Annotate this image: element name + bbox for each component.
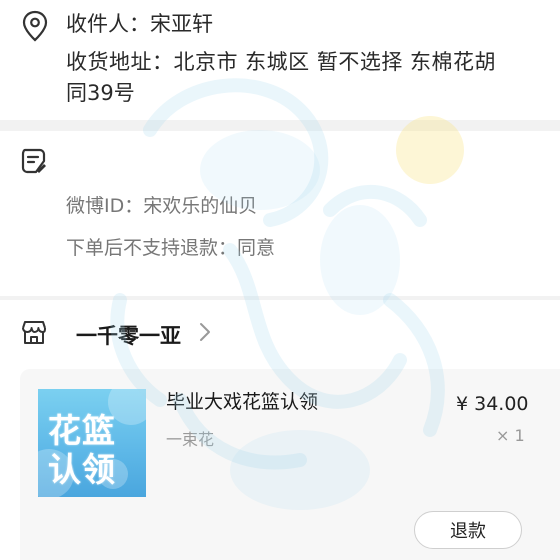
weibo-id-text: 微博ID：宋欢乐的仙贝	[66, 195, 258, 217]
store-name[interactable]: 一千零一亚	[76, 320, 181, 350]
store-icon	[20, 318, 48, 346]
refund-button[interactable]: 退款	[414, 511, 522, 549]
location-pin-icon	[20, 10, 50, 42]
product-quantity: × 1	[496, 426, 525, 445]
chevron-right-icon[interactable]	[198, 321, 212, 343]
thumbnail-text-line-2: 认领	[48, 450, 116, 489]
product-spec: 一束花	[166, 430, 215, 449]
refund-policy-text: 下单后不支持退款：同意	[66, 237, 276, 259]
product-title[interactable]: 毕业大戏花篮认领	[166, 387, 318, 414]
address-line-1: 收货地址：北京市 东城区 暂不选择 东棉花胡	[66, 50, 497, 74]
product-thumbnail[interactable]: 花篮 认领	[38, 389, 146, 497]
address-line-2: 同39号	[66, 81, 135, 105]
note-edit-icon	[20, 147, 48, 175]
product-price: ¥ 34.00	[456, 393, 529, 415]
receiver-name: 收件人：宋亚轩	[66, 12, 213, 36]
